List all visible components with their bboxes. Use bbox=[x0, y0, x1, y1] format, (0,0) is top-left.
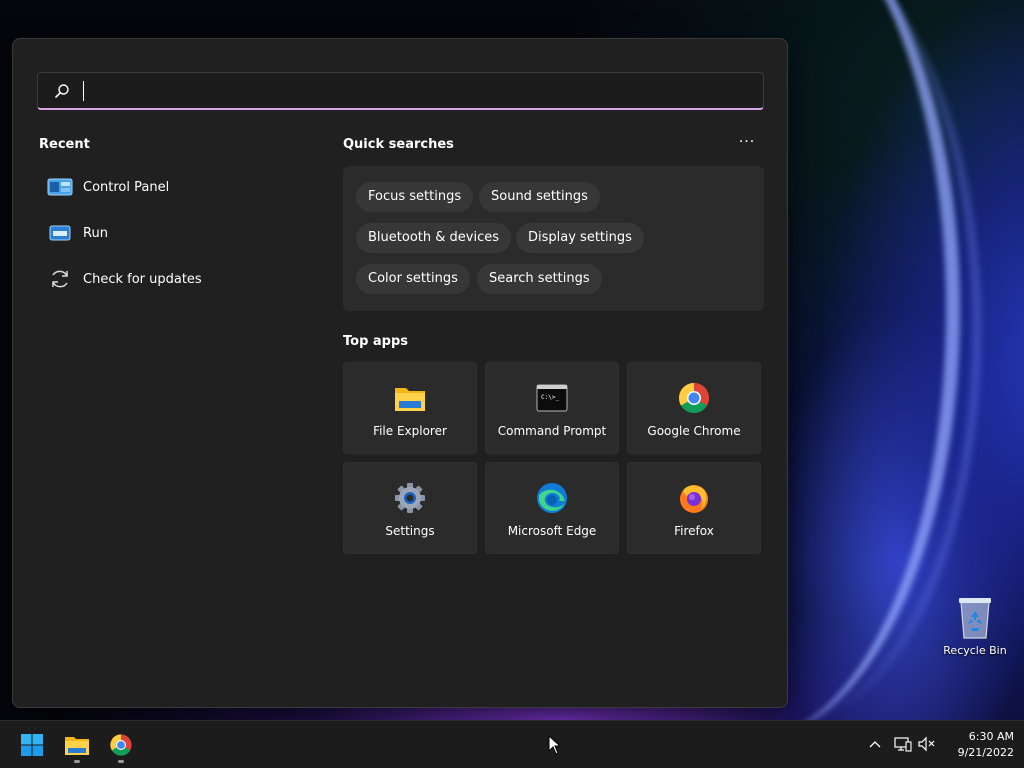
taskbar-google-chrome[interactable] bbox=[105, 729, 137, 763]
search-box[interactable] bbox=[37, 72, 764, 110]
app-tile-label: Firefox bbox=[674, 524, 714, 538]
chip-focus-settings[interactable]: Focus settings bbox=[356, 182, 474, 212]
recycle-bin-icon bbox=[959, 598, 991, 639]
clock-time: 6:30 AM bbox=[968, 730, 1014, 743]
recent-item-label: Check for updates bbox=[83, 271, 202, 287]
clock[interactable]: 6:30 AM 9/21/2022 bbox=[940, 729, 1014, 761]
start-search-panel: Recent Control Panel Run Check for updat… bbox=[12, 38, 788, 708]
run-icon bbox=[47, 222, 73, 244]
volume-muted-icon bbox=[918, 736, 935, 752]
refresh-icon bbox=[47, 268, 73, 290]
top-apps-title: Top apps bbox=[343, 334, 409, 349]
chip-search-settings[interactable]: Search settings bbox=[477, 264, 602, 294]
edge-icon bbox=[537, 483, 567, 513]
text-caret bbox=[83, 81, 84, 101]
recent-item-control-panel[interactable]: Control Panel bbox=[39, 169, 309, 205]
network-button[interactable] bbox=[894, 735, 912, 753]
chip-bluetooth-devices[interactable]: Bluetooth & devices bbox=[356, 223, 511, 253]
recycle-bin[interactable]: Recycle Bin bbox=[938, 594, 1012, 664]
windows-logo-icon bbox=[21, 734, 43, 756]
search-input[interactable] bbox=[82, 79, 742, 103]
quick-searches-panel: Focus settings Sound settings Bluetooth … bbox=[343, 166, 764, 311]
gear-icon bbox=[395, 483, 425, 513]
svg-text:C:\>_: C:\>_ bbox=[541, 394, 559, 401]
app-tile-label: Command Prompt bbox=[497, 424, 607, 438]
chevron-up-icon bbox=[869, 741, 881, 748]
recent-item-check-for-updates[interactable]: Check for updates bbox=[39, 261, 309, 297]
app-tile-label: File Explorer bbox=[373, 424, 447, 438]
network-icon bbox=[894, 737, 912, 752]
app-tile-command-prompt[interactable]: C:\>_ Command Prompt bbox=[485, 362, 619, 454]
app-tile-firefox[interactable]: Firefox bbox=[627, 462, 761, 554]
more-options-button[interactable]: ··· bbox=[735, 135, 759, 153]
chrome-icon bbox=[678, 383, 710, 414]
recycle-bin-label: Recycle Bin bbox=[943, 644, 1007, 657]
mouse-cursor-icon bbox=[548, 735, 562, 755]
app-tile-label: Settings bbox=[385, 524, 435, 538]
recent-item-label: Control Panel bbox=[83, 179, 170, 195]
firefox-icon bbox=[680, 485, 708, 513]
app-tile-microsoft-edge[interactable]: Microsoft Edge bbox=[485, 462, 619, 554]
app-tile-file-explorer[interactable]: File Explorer bbox=[343, 362, 477, 454]
taskbar: 6:30 AM 9/21/2022 bbox=[0, 720, 1024, 768]
terminal-icon: C:\>_ bbox=[536, 384, 568, 412]
chip-color-settings[interactable]: Color settings bbox=[356, 264, 470, 294]
control-panel-icon bbox=[47, 176, 73, 198]
recent-title: Recent bbox=[39, 137, 90, 152]
search-icon bbox=[55, 84, 69, 98]
running-indicator bbox=[74, 760, 80, 763]
chip-display-settings[interactable]: Display settings bbox=[516, 223, 644, 253]
volume-button[interactable] bbox=[918, 735, 936, 753]
app-tile-label: Microsoft Edge bbox=[507, 524, 597, 538]
running-indicator bbox=[118, 760, 124, 763]
recent-item-run[interactable]: Run bbox=[39, 215, 309, 251]
taskbar-file-explorer[interactable] bbox=[61, 729, 93, 763]
chrome-icon bbox=[110, 734, 132, 756]
folder-icon bbox=[65, 737, 89, 755]
clock-date: 9/21/2022 bbox=[957, 746, 1014, 759]
folder-icon bbox=[395, 388, 425, 411]
show-hidden-icons-button[interactable] bbox=[866, 735, 884, 753]
quick-searches-title: Quick searches bbox=[343, 137, 454, 152]
app-tile-label: Google Chrome bbox=[647, 424, 741, 438]
chip-sound-settings[interactable]: Sound settings bbox=[479, 182, 600, 212]
start-button[interactable] bbox=[16, 729, 48, 761]
app-tile-google-chrome[interactable]: Google Chrome bbox=[627, 362, 761, 454]
recent-item-label: Run bbox=[83, 225, 108, 241]
app-tile-settings[interactable]: Settings bbox=[343, 462, 477, 554]
